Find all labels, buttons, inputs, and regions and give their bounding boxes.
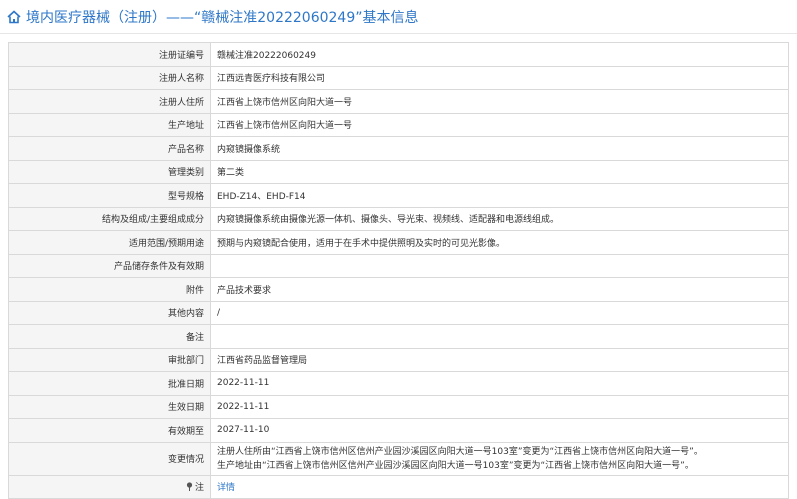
change-value: 注册人住所由“江西省上饶市信州区信州产业园沙溪园区向阳大道一号103室”变更为“… xyxy=(210,441,789,476)
change-row: 变更情况 注册人住所由“江西省上饶市信州区信州产业园沙溪园区向阳大道一号103室… xyxy=(8,441,789,476)
row-value xyxy=(210,324,789,349)
table-row: 批准日期 2022-11-11 xyxy=(8,371,789,396)
table-row: 适用范围/预期用途 预期与内窥镜配合使用，适用于在手术中提供照明及实时的可见光影像… xyxy=(8,230,789,255)
table-row: 型号规格 EHD-Z14、EHD-F14 xyxy=(8,183,789,208)
table-row: 其他内容 / xyxy=(8,300,789,325)
note-value: 详情 xyxy=(210,474,789,499)
row-label: 其他内容 xyxy=(8,300,211,325)
table-row: 生产地址 江西省上饶市信州区向阳大道一号 xyxy=(8,112,789,137)
row-value xyxy=(210,253,789,278)
row-label: 注册证编号 xyxy=(8,42,211,67)
row-value: 江西省药品监督管理局 xyxy=(210,347,789,372)
row-value: 江西省上饶市信州区向阳大道一号 xyxy=(210,89,789,114)
row-label: 注册人名称 xyxy=(8,65,211,90)
table-row: 产品储存条件及有效期 xyxy=(8,253,789,278)
row-label: 产品名称 xyxy=(8,136,211,161)
table-row: 附件 产品技术要求 xyxy=(8,277,789,302)
table-row: 审批部门 江西省药品监督管理局 xyxy=(8,347,789,372)
row-label: 批准日期 xyxy=(8,371,211,396)
row-value: EHD-Z14、EHD-F14 xyxy=(210,183,789,208)
row-value: 江西远青医疗科技有限公司 xyxy=(210,65,789,90)
row-label: 备注 xyxy=(8,324,211,349)
row-value: 2022-11-11 xyxy=(210,394,789,419)
row-value: 赣械注准20222060249 xyxy=(210,42,789,67)
table-row: 注册人名称 江西远青医疗科技有限公司 xyxy=(8,65,789,90)
row-value: 第二类 xyxy=(210,159,789,184)
detail-link[interactable]: 详情 xyxy=(217,483,235,493)
row-label: 生效日期 xyxy=(8,394,211,419)
row-label: 型号规格 xyxy=(8,183,211,208)
table-row: 结构及组成/主要组成成分 内窥镜摄像系统由摄像光源一体机、摄像头、导光束、视频线、… xyxy=(8,206,789,231)
row-label: 结构及组成/主要组成成分 xyxy=(8,206,211,231)
row-value: 江西省上饶市信州区向阳大道一号 xyxy=(210,112,789,137)
row-value: 内窥镜摄像系统 xyxy=(210,136,789,161)
note-row: 注 详情 xyxy=(8,474,789,499)
page-header: 境内医疗器械（注册）——“赣械注准20222060249”基本信息 xyxy=(0,0,797,34)
pin-icon xyxy=(186,482,193,491)
change-line: 注册人住所由“江西省上饶市信州区信州产业园沙溪园区向阳大道一号103室”变更为“… xyxy=(217,446,703,457)
home-icon xyxy=(7,9,21,23)
table-row: 注册证编号 赣械注准20222060249 xyxy=(8,42,789,67)
row-value: / xyxy=(210,300,789,325)
row-label: 产品储存条件及有效期 xyxy=(8,253,211,278)
change-line: 生产地址由“江西省上饶市信州区信州产业园沙溪园区向阳大道一号103室”变更为“江… xyxy=(217,460,694,471)
table-row: 备注 xyxy=(8,324,789,349)
table-row: 产品名称 内窥镜摄像系统 xyxy=(8,136,789,161)
row-label: 有效期至 xyxy=(8,418,211,443)
info-table: 注册证编号 赣械注准20222060249 注册人名称 江西远青医疗科技有限公司 注… xyxy=(8,42,789,499)
table-row: 有效期至 2027-11-10 xyxy=(8,418,789,443)
table-row: 管理类别 第二类 xyxy=(8,159,789,184)
row-value: 预期与内窥镜配合使用，适用于在手术中提供照明及实时的可见光影像。 xyxy=(210,230,789,255)
row-label: 附件 xyxy=(8,277,211,302)
row-label: 注册人住所 xyxy=(8,89,211,114)
row-label: 管理类别 xyxy=(8,159,211,184)
row-label: 生产地址 xyxy=(8,112,211,137)
table-row: 注册人住所 江西省上饶市信州区向阳大道一号 xyxy=(8,89,789,114)
row-value: 产品技术要求 xyxy=(210,277,789,302)
note-label: 注 xyxy=(194,482,204,493)
change-label: 变更情况 xyxy=(8,441,211,476)
row-label: 适用范围/预期用途 xyxy=(8,230,211,255)
row-value: 2022-11-11 xyxy=(210,371,789,396)
row-value: 内窥镜摄像系统由摄像光源一体机、摄像头、导光束、视频线、适配器和电源线组成。 xyxy=(210,206,789,231)
row-label: 审批部门 xyxy=(8,347,211,372)
page-title: 境内医疗器械（注册）——“赣械注准20222060249”基本信息 xyxy=(26,9,419,26)
row-value: 2027-11-10 xyxy=(210,418,789,443)
note-label-cell: 注 xyxy=(8,474,211,499)
note-label-wrap: 注 xyxy=(186,480,204,493)
table-row: 生效日期 2022-11-11 xyxy=(8,394,789,419)
